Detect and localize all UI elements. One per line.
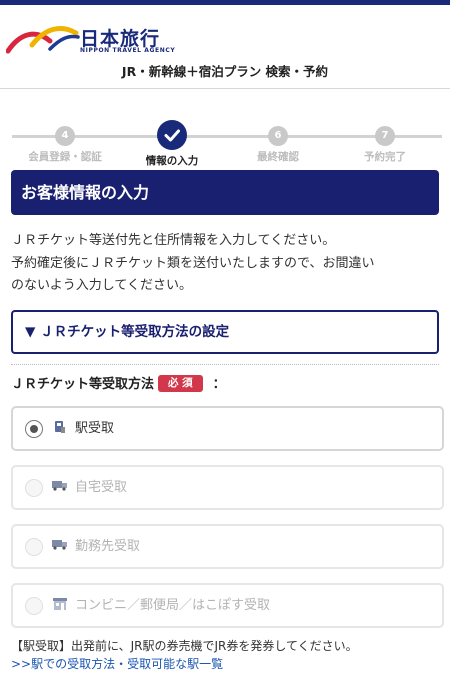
step-check-icon <box>157 120 187 150</box>
step-final-confirm: 6 最終確認 <box>223 120 333 164</box>
ticket-receipt-section-toggle[interactable]: ▼ ＪＲチケット等受取方法の設定 <box>11 310 439 354</box>
step-member-auth: 4 会員登録・認証 <box>10 120 120 164</box>
radio-button[interactable] <box>25 597 43 615</box>
section-title: お客様情報の入力 <box>11 170 439 215</box>
step-number: 7 <box>375 126 395 146</box>
station-pickup-info-link[interactable]: >>駅での受取方法・受取可能な駅一覧 <box>11 656 223 673</box>
step-number: 6 <box>268 126 288 146</box>
step-label: 予約完了 <box>364 151 406 163</box>
station-ticket-icon <box>52 420 68 436</box>
required-badge: 必 須 <box>158 375 203 392</box>
radio-button[interactable] <box>25 538 43 556</box>
field-label-text: ＪＲチケット等受取方法 <box>11 377 155 392</box>
delivery-truck-icon <box>52 538 68 554</box>
dotted-divider <box>11 364 439 365</box>
intro-line: ＪＲチケット等送付先と住所情報を入力してください。 <box>11 233 336 248</box>
option-label: 駅受取 <box>75 421 115 436</box>
step-info-input: 情報の入力 <box>117 120 227 168</box>
option-station-pickup[interactable]: 駅受取 <box>11 406 444 451</box>
logo-subtext: NIPPON TRAVEL AGENCY <box>80 47 176 54</box>
option-label: 勤務先受取 <box>75 539 141 554</box>
site-title: JR・新幹線＋宿泊プラン 検索・予約 <box>121 64 329 79</box>
intro-text: ＪＲチケット等送付先と住所情報を入力してください。 予約確定後にＪＲチケット類を… <box>11 230 443 298</box>
option-workplace-delivery[interactable]: 勤務先受取 <box>11 524 444 569</box>
delivery-truck-icon <box>52 479 68 495</box>
option-convenience-store-pickup[interactable]: コンビニ／郵便局／はこぽす受取 <box>11 583 444 628</box>
station-pickup-note: 【駅受取】出発前に、JR駅の券売機でJR券を発券してください。 <box>11 639 358 653</box>
step-label: 会員登録・認証 <box>28 151 102 163</box>
receipt-method-label: ＪＲチケット等受取方法必 須 ： <box>11 374 226 396</box>
store-icon <box>52 597 68 613</box>
progress-steps: 4 会員登録・認証 情報の入力 6 最終確認 7 予約完了 <box>0 120 450 172</box>
site-header: 日本旅行 NIPPON TRAVEL AGENCY JR・新幹線＋宿泊プラン 検… <box>0 5 450 88</box>
option-home-delivery[interactable]: 自宅受取 <box>11 465 444 510</box>
option-label: コンビニ／郵便局／はこぽす受取 <box>75 598 271 613</box>
header-divider <box>0 88 450 89</box>
radio-button[interactable] <box>25 479 43 497</box>
option-label: 自宅受取 <box>75 480 128 495</box>
field-colon: ： <box>212 377 226 392</box>
step-number: 4 <box>55 126 75 146</box>
intro-line: 予約確定後にＪＲチケット類を送付いたしますので、お間違い <box>11 255 375 271</box>
step-label: 最終確認 <box>257 151 299 163</box>
step-complete: 7 予約完了 <box>330 120 440 164</box>
radio-button[interactable] <box>25 420 43 438</box>
intro-line: のないよう入力してください。 <box>11 278 192 293</box>
step-label: 情報の入力 <box>145 155 199 167</box>
